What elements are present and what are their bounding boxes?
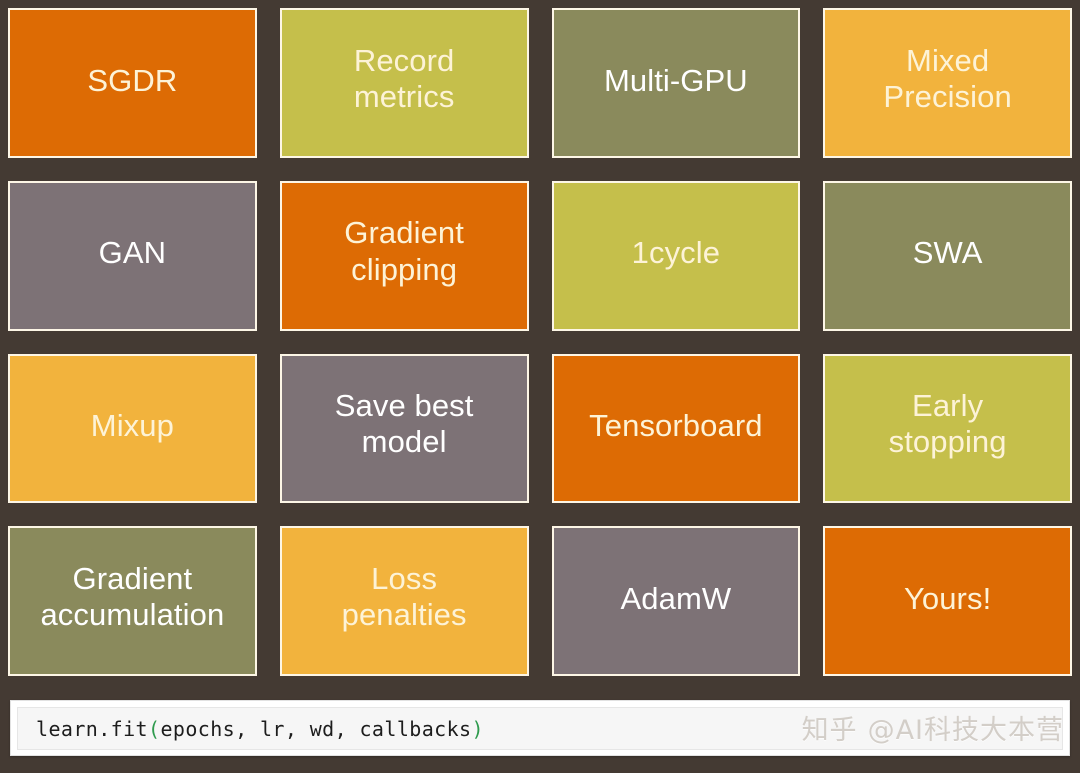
tile-multi-gpu[interactable]: Multi-GPU xyxy=(552,8,801,158)
tile-adamw[interactable]: AdamW xyxy=(552,526,801,676)
code-paren: ( xyxy=(148,717,160,741)
tile-label: Yours! xyxy=(898,581,997,617)
tile-label: Save best model xyxy=(329,388,480,461)
tile-label: Multi-GPU xyxy=(598,63,754,99)
tile-label: Gradient accumulation xyxy=(34,561,230,634)
tile-sgdr[interactable]: SGDR xyxy=(8,8,257,158)
tile-label: Record metrics xyxy=(348,43,461,116)
tile-record-metrics[interactable]: Record metrics xyxy=(280,8,529,158)
tile-label: Tensorboard xyxy=(583,408,768,444)
tile-gradient-clipping[interactable]: Gradient clipping xyxy=(280,181,529,331)
tile-label: Mixup xyxy=(85,408,180,444)
tile-label: Loss penalties xyxy=(336,561,473,634)
code-text: learn.fit(epochs, lr, wd, callbacks) xyxy=(18,717,484,741)
tile-swa[interactable]: SWA xyxy=(823,181,1072,331)
tile-mixed-precision[interactable]: Mixed Precision xyxy=(823,8,1072,158)
tile-1cycle[interactable]: 1cycle xyxy=(552,181,801,331)
tile-gradient-accumulation[interactable]: Gradient accumulation xyxy=(8,526,257,676)
tile-label: GAN xyxy=(93,235,172,271)
tile-label: Gradient clipping xyxy=(338,215,470,288)
tile-label: Mixed Precision xyxy=(877,43,1017,116)
concept-tile-grid: SGDR Record metrics Multi-GPU Mixed Precisi… xyxy=(8,8,1072,676)
tile-yours[interactable]: Yours! xyxy=(823,526,1072,676)
tile-gan[interactable]: GAN xyxy=(8,181,257,331)
tile-label: 1cycle xyxy=(626,235,726,271)
code-input-box[interactable]: learn.fit(epochs, lr, wd, callbacks) xyxy=(17,707,1063,750)
tile-label: AdamW xyxy=(615,581,738,617)
tile-label: Early stopping xyxy=(883,388,1013,461)
code-segment: epochs, lr, wd, callbacks xyxy=(160,717,471,741)
code-bar: learn.fit(epochs, lr, wd, callbacks) xyxy=(10,700,1070,756)
slide-canvas: SGDR Record metrics Multi-GPU Mixed Precisi… xyxy=(0,0,1080,773)
tile-label: SGDR xyxy=(81,63,183,99)
tile-save-best-model[interactable]: Save best model xyxy=(280,354,529,504)
tile-loss-penalties[interactable]: Loss penalties xyxy=(280,526,529,676)
code-segment: learn.fit xyxy=(36,717,148,741)
tile-tensorboard[interactable]: Tensorboard xyxy=(552,354,801,504)
tile-mixup[interactable]: Mixup xyxy=(8,354,257,504)
code-paren: ) xyxy=(471,717,483,741)
tile-label: SWA xyxy=(907,235,989,271)
tile-early-stopping[interactable]: Early stopping xyxy=(823,354,1072,504)
